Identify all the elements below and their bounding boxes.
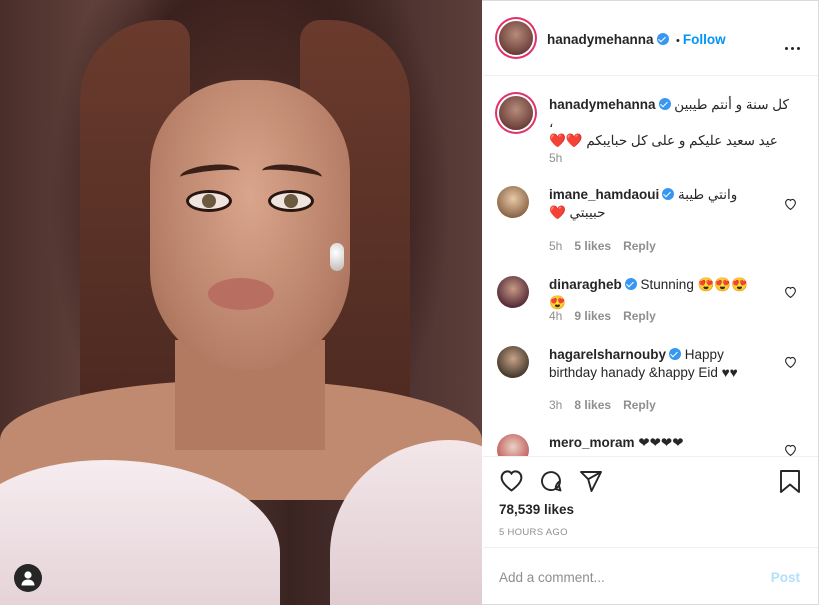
caption-time: 5h [549,151,563,165]
photo-eye-left [186,190,232,212]
comment-avatar[interactable] [497,186,529,218]
separator-dot: • [675,35,680,47]
comment-body: hagarelsharnouby Happy birthday hanady &… [549,346,764,382]
comment-body: imane_hamdaoui وانتي طيبة حبيبتي ❤️ [549,186,764,222]
comment-icon[interactable] [539,469,563,493]
comment-meta: 3h 8 likes Reply [549,398,656,412]
verified-icon [658,98,671,110]
add-comment-bar: Add a comment... Post [483,547,818,605]
comment-text: ❤❤❤❤ [638,435,684,450]
comment-likes[interactable]: 8 likes [574,398,611,412]
verified-icon [662,188,675,200]
add-comment-input[interactable]: Add a comment... [499,570,605,585]
more-options-icon[interactable] [782,37,800,55]
caption-username[interactable]: hanadymehanna [549,97,656,112]
comment-body: mero_moram ❤❤❤❤ [549,434,764,452]
share-icon[interactable] [579,469,603,493]
caption-text-line2: عيد سعيد عليكم و على كل حبايبكم ❤️❤️ [549,133,778,148]
tagged-user-icon[interactable] [14,564,42,592]
comment-time: 3h [549,398,563,412]
comment-username[interactable]: dinaragheb [549,277,622,292]
comment-avatar[interactable] [497,346,529,378]
comment-avatar[interactable] [497,434,529,456]
verified-icon [624,278,637,290]
photo-face [150,80,350,370]
follow-button[interactable]: Follow [683,32,726,47]
author-username[interactable]: hanadymehanna [547,32,654,47]
post-header: hanadymehanna • Follow [483,1,818,76]
reply-button[interactable]: Reply [623,239,656,253]
photo-eye-right [268,190,314,212]
verified-icon [656,33,669,45]
post-actions: 78,539 likes 5 HOURS AGO [483,456,818,547]
like-comment-icon[interactable] [784,356,797,368]
comment-body: dinaragheb Stunning 😍😍😍😍 [549,276,764,312]
caption-body: hanadymehanna كل سنة و أنتم طيبين ، عيد … [549,96,789,150]
post-side-panel: hanadymehanna • Follow hanadymehanna كل س… [483,1,818,604]
reply-button[interactable]: Reply [623,309,656,323]
like-comment-icon[interactable] [784,444,797,456]
comment-likes[interactable]: 9 likes [574,309,611,323]
photo-earring [330,243,344,271]
comment-likes[interactable]: 5 likes [574,239,611,253]
verified-icon [669,348,682,360]
likes-count[interactable]: 78,539 likes [499,502,574,517]
comment-username[interactable]: hagarelsharnouby [549,347,666,362]
comment-time: 4h [549,309,563,323]
post-comment-button[interactable]: Post [771,570,800,585]
like-icon[interactable] [499,469,524,492]
post-photo[interactable] [0,0,482,605]
save-icon[interactable] [779,469,801,494]
header-user-line: hanadymehanna • Follow [547,31,726,49]
reply-button[interactable]: Reply [623,398,656,412]
comment-username[interactable]: mero_moram [549,435,635,450]
comment-username[interactable]: imane_hamdaoui [549,187,659,202]
comment-meta: 4h 9 likes Reply [549,309,656,323]
comments-list[interactable]: hanadymehanna كل سنة و أنتم طيبين ، عيد … [483,76,818,456]
caption-avatar[interactable] [499,96,533,130]
like-comment-icon[interactable] [784,286,797,298]
photo-lips [208,278,274,310]
author-avatar[interactable] [499,21,533,55]
comment-meta: 5h 5 likes Reply [549,239,656,253]
comment-time: 5h [549,239,563,253]
post-timestamp[interactable]: 5 HOURS AGO [499,527,568,538]
comment-avatar[interactable] [497,276,529,308]
like-comment-icon[interactable] [784,198,797,210]
